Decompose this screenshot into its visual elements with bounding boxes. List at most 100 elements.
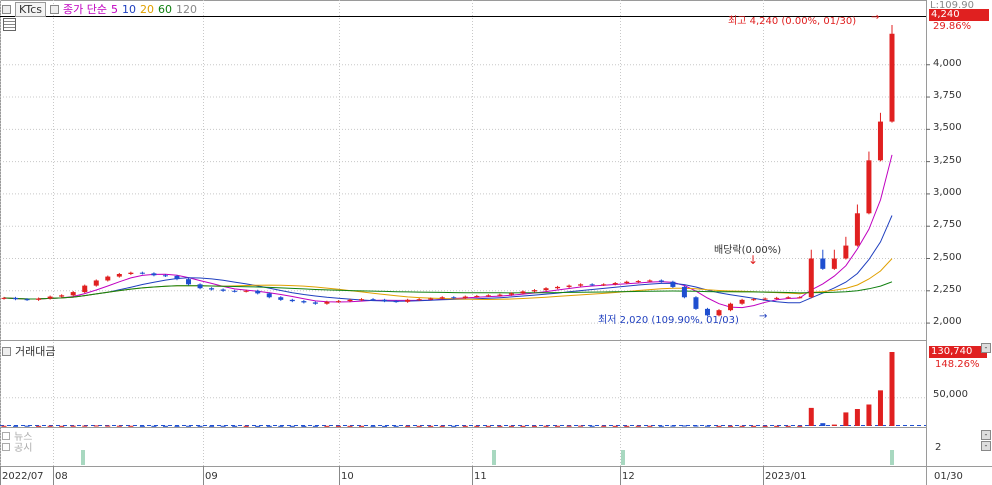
- candle-body: [209, 288, 215, 290]
- volume-bar: [24, 425, 30, 427]
- candle-body: [566, 285, 572, 287]
- volume-bar: [243, 425, 249, 427]
- volume-bar: [209, 425, 215, 427]
- volume-bar: [497, 425, 503, 427]
- candle-body: [47, 296, 53, 299]
- volume-pct-label: 148.26%: [935, 359, 980, 370]
- volume-bar: [635, 425, 641, 427]
- candle-body: [82, 285, 88, 293]
- volume-bar: [877, 390, 883, 426]
- price-tick-label: 2,000: [933, 316, 962, 328]
- high-arrow-icon: →: [871, 12, 880, 23]
- candle-body: [13, 297, 19, 300]
- volume-bar: [439, 425, 445, 427]
- ma-toggle-icon[interactable]: [50, 4, 59, 14]
- candle-body: [555, 286, 561, 289]
- dividend-arrow-icon: ↓: [748, 253, 759, 267]
- volume-bar: [831, 424, 837, 426]
- volume-bar: [382, 425, 388, 427]
- candle-body: [335, 301, 341, 303]
- candle-body: [474, 295, 480, 297]
- notice-tick-label: 2: [935, 442, 942, 453]
- disclosure-panel-header: 공시: [2, 439, 32, 454]
- candle-body: [681, 286, 687, 298]
- ma-period-10: 10: [121, 2, 136, 16]
- current-price-badge: 4,240: [929, 9, 989, 21]
- candle-body: [105, 276, 111, 281]
- grid-table-icon[interactable]: [3, 18, 16, 31]
- candle-body: [658, 280, 664, 282]
- candle-body: [186, 279, 192, 285]
- disclosure-marker[interactable]: [621, 450, 625, 465]
- x-axis-label: 11: [474, 471, 487, 482]
- volume-bar: [728, 425, 734, 427]
- volume-bar: [681, 425, 687, 427]
- volume-bar: [13, 425, 19, 427]
- volume-bar: [508, 425, 514, 427]
- volume-bar: [601, 425, 607, 427]
- price-tick-label: 4,000: [933, 57, 962, 69]
- price-tick-label: 3,250: [933, 154, 962, 166]
- ticker-box[interactable]: KTcs: [15, 1, 46, 17]
- volume-bar: [555, 425, 561, 427]
- candle-body: [520, 291, 526, 294]
- candle-body: [1, 297, 7, 299]
- candle-body: [866, 160, 872, 214]
- volume-bar: [105, 425, 111, 427]
- candle-body: [831, 258, 837, 269]
- volume-bar: [739, 425, 745, 427]
- volume-bar: [520, 425, 526, 427]
- candle-body: [543, 288, 549, 291]
- candle-body: [266, 293, 272, 298]
- x-axis-label: 09: [205, 471, 218, 482]
- disclosure-marker[interactable]: [890, 450, 894, 465]
- candle-body: [162, 275, 168, 277]
- candle-body: [36, 298, 42, 300]
- candle-body: [232, 290, 238, 292]
- candle-body: [508, 293, 514, 295]
- disclosure-marker[interactable]: [492, 450, 496, 465]
- news-panel-menu-icon[interactable]: -: [981, 430, 991, 440]
- volume-bar: [370, 425, 376, 427]
- candle-body: [531, 290, 537, 292]
- volume-bar: [820, 423, 826, 426]
- candle-body: [751, 299, 757, 301]
- candle-body: [797, 297, 803, 299]
- volume-bar: [474, 425, 480, 427]
- price-tick-label: 2,250: [933, 283, 962, 295]
- candle-body: [416, 299, 422, 301]
- candle-body: [347, 299, 353, 302]
- candle-body: [820, 258, 826, 269]
- candle-body: [370, 299, 376, 301]
- volume-bar: [866, 404, 872, 426]
- candle-body: [70, 292, 76, 296]
- candle-body: [278, 297, 284, 300]
- candle-body: [382, 299, 388, 302]
- legend-toggle-icon[interactable]: [2, 4, 11, 14]
- disclosure-panel-menu-icon[interactable]: -: [981, 441, 991, 451]
- volume-bar: [589, 425, 595, 427]
- volume-bar: [70, 425, 76, 427]
- volume-bar: [808, 407, 814, 426]
- volume-bar: [186, 425, 192, 427]
- candle-body: [139, 272, 145, 274]
- candle-body: [889, 33, 895, 122]
- candle-body: [612, 283, 618, 285]
- ma-label: 종가 단순: [63, 3, 107, 16]
- volume-bar: [162, 425, 168, 427]
- candle-body: [647, 280, 653, 282]
- candle-body: [589, 284, 595, 286]
- volume-bar: [393, 425, 399, 427]
- volume-panel-menu-icon[interactable]: -: [981, 343, 991, 353]
- volume-bar: [59, 425, 65, 427]
- volume-bar: [843, 412, 849, 426]
- candle-body: [174, 275, 180, 280]
- volume-toggle-icon[interactable]: [2, 346, 11, 356]
- disclosure-toggle-icon[interactable]: [2, 442, 10, 451]
- candle-body: [439, 297, 445, 299]
- volume-bar: [797, 425, 803, 427]
- disclosure-marker[interactable]: [81, 450, 85, 465]
- candle-body: [59, 295, 65, 297]
- candle-body: [462, 296, 468, 298]
- ma-period-120: 120: [175, 2, 197, 16]
